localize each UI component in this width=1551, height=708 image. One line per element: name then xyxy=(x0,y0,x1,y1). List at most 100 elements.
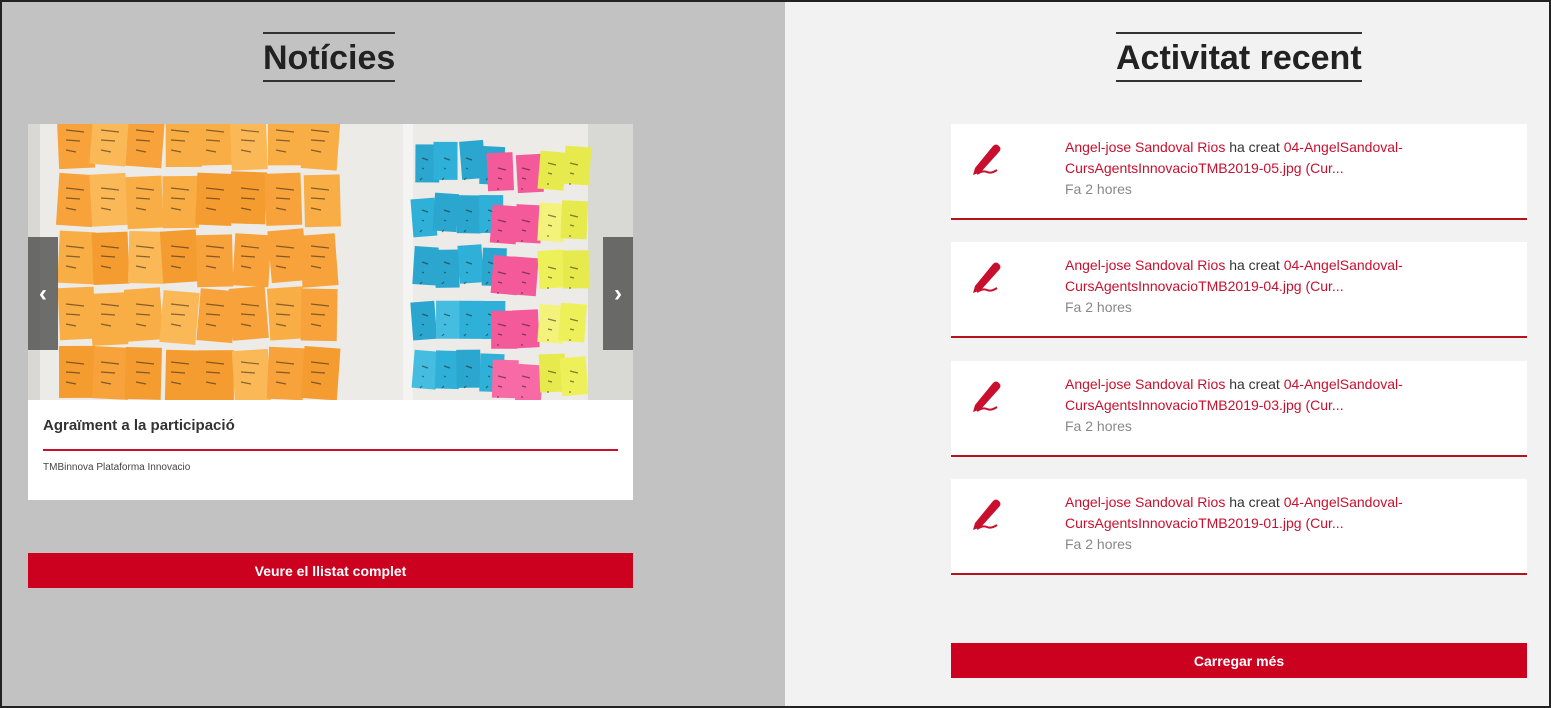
sticky-note xyxy=(162,175,199,229)
activity-item: Angel-jose Sandoval Rios ha creat 04-Ang… xyxy=(951,479,1527,575)
activity-file-link-cont[interactable]: CursAgentsInnovacioTMB2019-04.jpg (Cur..… xyxy=(1065,278,1344,294)
news-panel: Notícies ‹ › Agraïment a la participació… xyxy=(2,2,785,706)
sticky-note xyxy=(435,249,460,288)
sticky-note xyxy=(264,172,303,226)
sticky-note xyxy=(164,349,203,400)
activity-user-link[interactable]: Angel-jose Sandoval Rios xyxy=(1065,139,1225,155)
news-card-title[interactable]: Agraïment a la participació xyxy=(43,417,235,434)
sticky-note xyxy=(412,246,439,286)
sticky-note xyxy=(197,350,234,400)
activity-time: Fa 2 hores xyxy=(1065,181,1132,197)
sticky-note xyxy=(560,200,589,240)
sticky-note xyxy=(231,348,271,400)
sticky-note xyxy=(559,356,589,397)
carousel-next-button[interactable]: › xyxy=(603,237,633,350)
activity-section-title: Activitat recent xyxy=(1116,32,1362,82)
sticky-note xyxy=(410,197,438,238)
sticky-note xyxy=(91,231,130,285)
load-more-button[interactable]: Carregar més xyxy=(951,643,1527,678)
sticky-note xyxy=(558,302,587,343)
activity-time: Fa 2 hores xyxy=(1065,536,1132,552)
sticky-note xyxy=(433,141,458,180)
sticky-note xyxy=(410,300,438,341)
activity-item: Angel-jose Sandoval Rios ha creat 04-Ang… xyxy=(951,124,1527,220)
sticky-note xyxy=(537,249,566,290)
sticky-note xyxy=(229,171,268,225)
see-all-button[interactable]: Veure el llistat complet xyxy=(28,553,633,588)
page-frame: Notícies ‹ › Agraïment a la participació… xyxy=(0,0,1551,708)
sticky-note xyxy=(434,350,460,390)
sticky-note xyxy=(55,172,96,228)
activity-file-link[interactable]: 04-AngelSandoval- xyxy=(1284,139,1403,155)
sticky-note xyxy=(563,145,592,186)
pencil-icon xyxy=(973,262,1001,293)
activity-user-link[interactable]: Angel-jose Sandoval Rios xyxy=(1065,257,1225,273)
activity-time: Fa 2 hores xyxy=(1065,299,1132,315)
sticky-note xyxy=(303,174,341,228)
sticky-note xyxy=(514,363,544,400)
activity-file-link-cont[interactable]: CursAgentsInnovacioTMB2019-03.jpg (Cur..… xyxy=(1065,397,1344,413)
sticky-note xyxy=(486,152,515,192)
activity-action: ha creat xyxy=(1225,139,1284,155)
activity-action: ha creat xyxy=(1225,494,1284,510)
sticky-note xyxy=(159,290,200,345)
sticky-note xyxy=(511,309,540,349)
chevron-left-icon: ‹ xyxy=(39,279,47,307)
sticky-note xyxy=(127,230,166,284)
sticky-note xyxy=(228,285,269,341)
news-card-divider xyxy=(43,449,618,451)
sticky-note xyxy=(266,346,306,400)
sticky-note xyxy=(196,234,234,288)
activity-text: Angel-jose Sandoval Rios ha creat 04-Ang… xyxy=(1065,374,1505,437)
activity-file-link[interactable]: 04-AngelSandoval- xyxy=(1284,376,1403,392)
sticky-note xyxy=(411,349,439,390)
sticky-note xyxy=(267,124,305,166)
activity-text: Angel-jose Sandoval Rios ha creat 04-Ang… xyxy=(1065,255,1505,318)
activity-user-link[interactable]: Angel-jose Sandoval Rios xyxy=(1065,376,1225,392)
activity-file-link-cont[interactable]: CursAgentsInnovacioTMB2019-05.jpg (Cur..… xyxy=(1065,160,1344,176)
sticky-note xyxy=(509,256,539,297)
news-image[interactable] xyxy=(28,124,633,400)
news-section-title: Notícies xyxy=(263,32,396,82)
pencil-icon xyxy=(973,144,1001,175)
news-card-source: TMBinnova Plataforma Innovacio xyxy=(43,462,191,473)
sticky-note xyxy=(456,349,481,388)
sticky-note xyxy=(562,250,590,289)
carousel-prev-button[interactable]: ‹ xyxy=(28,237,58,350)
sticky-note xyxy=(89,172,129,227)
sticky-note xyxy=(436,300,461,339)
pencil-icon xyxy=(973,381,1001,412)
sticky-note xyxy=(197,124,235,166)
activity-action: ha creat xyxy=(1225,257,1284,273)
chevron-right-icon: › xyxy=(614,279,622,307)
sticky-note xyxy=(537,150,567,191)
activity-time: Fa 2 hores xyxy=(1065,418,1132,434)
activity-action: ha creat xyxy=(1225,376,1284,392)
sticky-note xyxy=(489,204,519,245)
sticky-note xyxy=(456,195,482,234)
activity-file-link-cont[interactable]: CursAgentsInnovacioTMB2019-01.jpg (Cur..… xyxy=(1065,515,1344,531)
activity-user-link[interactable]: Angel-jose Sandoval Rios xyxy=(1065,494,1225,510)
pencil-icon xyxy=(973,499,1001,530)
sticky-note xyxy=(58,345,96,398)
sticky-note xyxy=(298,233,339,288)
sticky-note xyxy=(266,286,307,341)
sticky-note xyxy=(491,359,519,399)
sticky-note xyxy=(57,230,96,285)
sticky-note xyxy=(195,172,234,227)
activity-file-link[interactable]: 04-AngelSandoval- xyxy=(1284,257,1403,273)
activity-text: Angel-jose Sandoval Rios ha creat 04-Ang… xyxy=(1065,492,1505,555)
sticky-note xyxy=(432,192,460,233)
activity-file-link[interactable]: 04-AngelSandoval- xyxy=(1284,494,1403,510)
activity-item: Angel-jose Sandoval Rios ha creat 04-Ang… xyxy=(951,242,1527,338)
sticky-note xyxy=(125,175,164,230)
sticky-notes-photo xyxy=(28,124,633,400)
sticky-note xyxy=(89,292,129,346)
activity-panel: Activitat recent Angel-jose Sandoval Rio… xyxy=(785,2,1549,706)
sticky-note xyxy=(459,300,484,339)
sticky-note xyxy=(232,233,272,288)
activity-item: Angel-jose Sandoval Rios ha creat 04-Ang… xyxy=(951,361,1527,457)
sticky-note xyxy=(124,346,162,400)
news-card[interactable]: ‹ › Agraïment a la participació TMBinnov… xyxy=(28,124,633,500)
activity-text: Angel-jose Sandoval Rios ha creat 04-Ang… xyxy=(1065,137,1505,200)
